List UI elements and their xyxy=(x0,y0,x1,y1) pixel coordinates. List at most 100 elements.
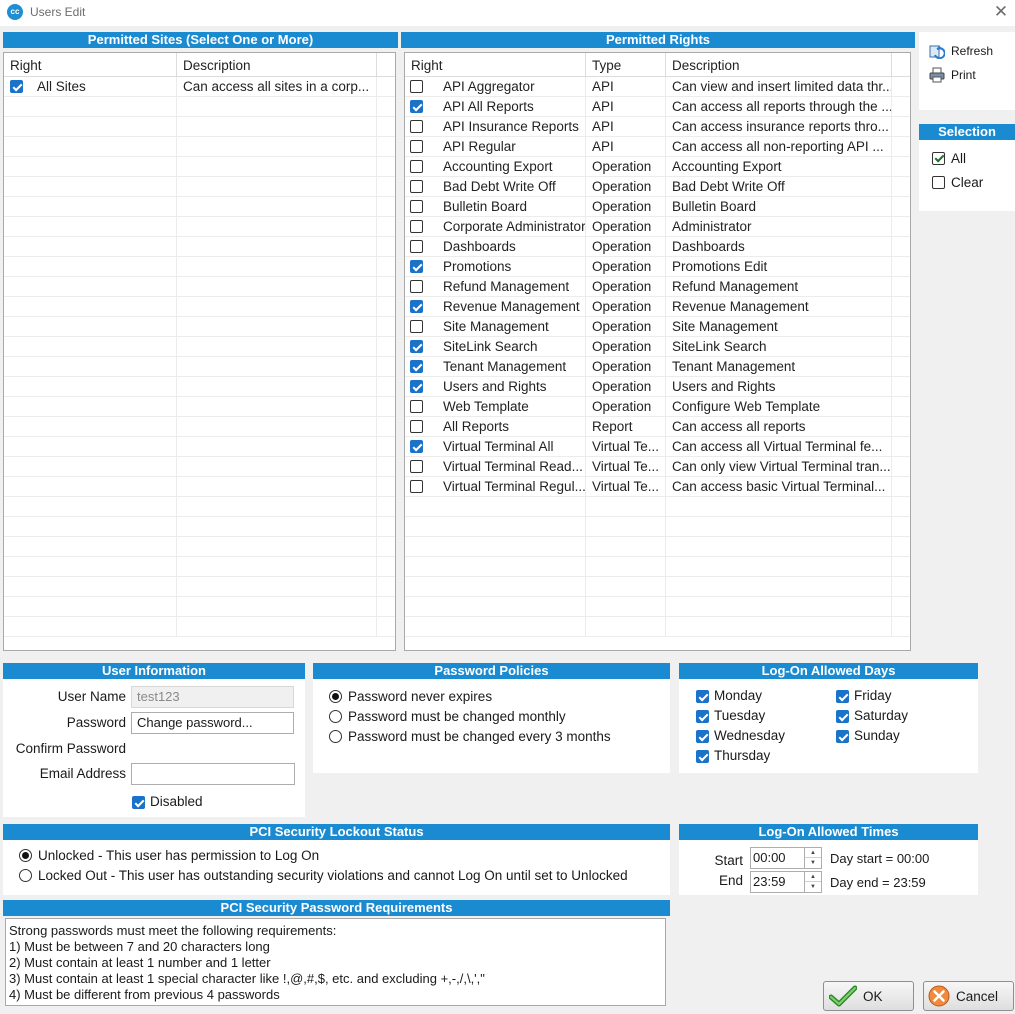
day-checkbox-tuesday[interactable] xyxy=(696,710,709,723)
cancel-button[interactable]: Cancel xyxy=(923,981,1014,1011)
close-button[interactable]: ✕ xyxy=(990,1,1012,23)
right-row[interactable]: Users and Rights Operation Users and Right… xyxy=(405,377,910,397)
day-label-tuesday[interactable]: Tuesday xyxy=(714,708,765,723)
cell-type: Operation xyxy=(586,397,666,417)
right-row[interactable]: SiteLink Search Operation SiteLink Search xyxy=(405,337,910,357)
day-checkbox-saturday[interactable] xyxy=(836,710,849,723)
ok-button[interactable]: OK xyxy=(823,981,914,1011)
right-row[interactable]: Virtual Terminal Regul... Virtual Te... Ca… xyxy=(405,477,910,497)
right-row[interactable]: API Regular API Can access all non-reporti… xyxy=(405,137,910,157)
right-checkbox[interactable] xyxy=(410,460,423,473)
start-time-up-button[interactable]: ▲ xyxy=(805,848,821,858)
select-clear-label[interactable]: Clear xyxy=(951,175,983,190)
site-checkbox[interactable] xyxy=(10,80,23,93)
site-row[interactable]: All Sites Can access all sites in a corp.… xyxy=(4,77,395,97)
email-address-field[interactable] xyxy=(131,763,295,785)
right-row[interactable]: Corporate Administrator Operation Administ… xyxy=(405,217,910,237)
right-row[interactable]: API All Reports API Can access all reports… xyxy=(405,97,910,117)
lockout-radio[interactable] xyxy=(19,849,32,862)
day-label-sunday[interactable]: Sunday xyxy=(854,728,900,743)
day-label-saturday[interactable]: Saturday xyxy=(854,708,908,723)
right-checkbox[interactable] xyxy=(410,360,423,373)
policy-radio[interactable] xyxy=(329,710,342,723)
username-field[interactable]: test123 xyxy=(131,686,294,708)
right-checkbox[interactable] xyxy=(410,240,423,253)
select-all-label[interactable]: All xyxy=(951,151,966,166)
right-checkbox[interactable] xyxy=(410,220,423,233)
policy-option-label[interactable]: Password must be changed every 3 months xyxy=(348,729,611,744)
right-row[interactable]: Tenant Management Operation Tenant Managem… xyxy=(405,357,910,377)
select-clear-checkbox[interactable] xyxy=(932,176,945,189)
right-row[interactable]: Dashboards Operation Dashboards xyxy=(405,237,910,257)
right-checkbox[interactable] xyxy=(410,380,423,393)
right-checkbox[interactable] xyxy=(410,280,423,293)
right-checkbox[interactable] xyxy=(410,200,423,213)
right-row[interactable]: Accounting Export Operation Accounting Exp… xyxy=(405,157,910,177)
lockout-option-label[interactable]: Unlocked - This user has permission to L… xyxy=(38,848,319,863)
select-all-checkbox[interactable] xyxy=(932,152,945,165)
right-row[interactable]: Bulletin Board Operation Bulletin Board xyxy=(405,197,910,217)
password-requirements-box[interactable]: Strong passwords must meet the following… xyxy=(5,918,666,1006)
day-checkbox-sunday[interactable] xyxy=(836,730,849,743)
column-header-description[interactable]: Description xyxy=(177,53,377,77)
right-row[interactable]: Web Template Operation Configure Web Templ… xyxy=(405,397,910,417)
right-row[interactable]: Bad Debt Write Off Operation Bad Debt Writ… xyxy=(405,177,910,197)
right-row[interactable]: Site Management Operation Site Management xyxy=(405,317,910,337)
end-time-up-button[interactable]: ▲ xyxy=(805,872,821,882)
day-label-wednesday[interactable]: Wednesday xyxy=(714,728,785,743)
column-header-type[interactable]: Type xyxy=(586,53,666,77)
right-checkbox[interactable] xyxy=(410,120,423,133)
disabled-label[interactable]: Disabled xyxy=(150,794,203,809)
end-time-spinner[interactable]: 23:59 ▲ ▼ xyxy=(750,871,822,893)
start-time-value[interactable]: 00:00 xyxy=(753,850,786,865)
right-checkbox[interactable] xyxy=(410,100,423,113)
permitted-sites-grid[interactable]: Right Description All Sites Can access al… xyxy=(3,52,396,651)
policy-radio[interactable] xyxy=(329,730,342,743)
cell-type xyxy=(586,497,666,517)
day-label-monday[interactable]: Monday xyxy=(714,688,762,703)
right-row[interactable]: Promotions Operation Promotions Edit xyxy=(405,257,910,277)
right-row[interactable]: Virtual Terminal Read... Virtual Te... Can… xyxy=(405,457,910,477)
right-checkbox[interactable] xyxy=(410,420,423,433)
policy-option-label[interactable]: Password must be changed monthly xyxy=(348,709,566,724)
right-checkbox[interactable] xyxy=(410,320,423,333)
right-checkbox[interactable] xyxy=(410,400,423,413)
end-time-down-button[interactable]: ▼ xyxy=(805,882,821,892)
right-checkbox[interactable] xyxy=(410,140,423,153)
permitted-rights-grid[interactable]: Right Type Description API Aggregator API… xyxy=(404,52,911,651)
day-checkbox-wednesday[interactable] xyxy=(696,730,709,743)
day-checkbox-monday[interactable] xyxy=(696,690,709,703)
lockout-radio[interactable] xyxy=(19,869,32,882)
disabled-checkbox[interactable] xyxy=(132,796,145,809)
start-time-spinner[interactable]: 00:00 ▲ ▼ xyxy=(750,847,822,869)
column-header-right[interactable]: Right xyxy=(4,53,177,77)
day-checkbox-thursday[interactable] xyxy=(696,750,709,763)
policy-option-label[interactable]: Password never expires xyxy=(348,689,492,704)
column-header-right[interactable]: Right xyxy=(405,53,586,77)
right-checkbox[interactable] xyxy=(410,480,423,493)
right-row[interactable]: Virtual Terminal All Virtual Te... Can acc… xyxy=(405,437,910,457)
right-checkbox[interactable] xyxy=(410,260,423,273)
right-checkbox[interactable] xyxy=(410,80,423,93)
right-checkbox[interactable] xyxy=(410,440,423,453)
end-time-value[interactable]: 23:59 xyxy=(753,874,786,889)
right-checkbox[interactable] xyxy=(410,160,423,173)
right-row[interactable]: API Aggregator API Can view and insert lim… xyxy=(405,77,910,97)
day-label-friday[interactable]: Friday xyxy=(854,688,892,703)
right-checkbox[interactable] xyxy=(410,340,423,353)
change-password-field[interactable]: Change password... xyxy=(131,712,294,734)
right-row[interactable]: All Reports Report Can access all reports xyxy=(405,417,910,437)
policy-radio[interactable] xyxy=(329,690,342,703)
day-checkbox-friday[interactable] xyxy=(836,690,849,703)
right-name: API Aggregator xyxy=(443,79,535,94)
right-checkbox[interactable] xyxy=(410,300,423,313)
day-label-thursday[interactable]: Thursday xyxy=(714,748,770,763)
right-row[interactable]: API Insurance Reports API Can access insur… xyxy=(405,117,910,137)
column-header-description[interactable]: Description xyxy=(666,53,892,77)
right-checkbox[interactable] xyxy=(410,180,423,193)
right-row[interactable]: Refund Management Operation Refund Managem… xyxy=(405,277,910,297)
right-type: API xyxy=(592,139,614,154)
start-time-down-button[interactable]: ▼ xyxy=(805,858,821,868)
lockout-option-label[interactable]: Locked Out - This user has outstanding s… xyxy=(38,868,628,883)
right-row[interactable]: Revenue Management Operation Revenue Manag… xyxy=(405,297,910,317)
